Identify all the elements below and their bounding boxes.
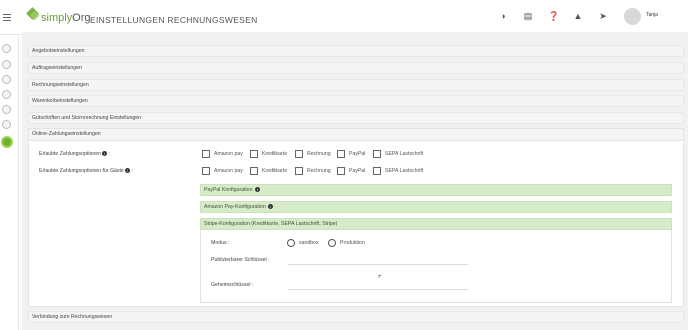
checkbox-guest-rechnung[interactable] [295, 167, 303, 175]
checkbox-label: Amazon pay [214, 151, 243, 157]
rocket-icon[interactable]: ➤ [598, 11, 608, 22]
radio-sandbox[interactable] [287, 239, 295, 247]
radio-label-sandbox: sandbox [299, 240, 319, 246]
stripe-config-bar[interactable]: Stripe-Konfiguration (Kreditkarte, SEPA … [200, 218, 672, 230]
modus-label: Modus : [211, 240, 230, 246]
username[interactable]: Tanja [646, 12, 658, 18]
public-key-label: Publizierbarer Schlüssel : [211, 257, 270, 263]
logo-text: simplyOrg [41, 12, 91, 24]
logo-icon [26, 7, 40, 21]
section-angebot[interactable]: Angebotseinstellungen [28, 45, 684, 57]
checkbox-amazon-pay[interactable] [202, 150, 210, 158]
radio-label-produktion: Produktion [340, 240, 365, 246]
sidebar-icon-active[interactable] [1, 136, 13, 148]
amazon-config-bar[interactable]: Amazon Pay-Konfiguration i [200, 201, 672, 213]
checkbox-kreditkarte[interactable] [250, 150, 258, 158]
section-online[interactable]: Online-Zahlungseinstellungen [29, 129, 683, 141]
allowed-options-guests-label: Erlaubte Zahlungsoptionen für Gäste i : [39, 168, 133, 174]
checkbox-label: Amazon pay [214, 168, 243, 174]
secret-key-input[interactable] [288, 289, 468, 290]
paypal-config-bar[interactable]: PayPal Konfiguration i [200, 184, 672, 196]
checkbox-label: PayPal [349, 168, 366, 174]
text-cursor-icon: ⌜ [378, 274, 382, 283]
checkbox-label: Rechnung [307, 151, 331, 157]
sidebar-icon[interactable] [2, 44, 11, 53]
sidebar-icon[interactable] [2, 75, 11, 84]
checkbox-rechnung[interactable] [295, 150, 303, 158]
bell-icon[interactable]: ▲ [573, 11, 583, 22]
top-bar: simplyOrg EINSTELLUNGEN RECHNUNGSWESEN ◑… [0, 0, 688, 35]
checkbox-label: PayPal [349, 151, 366, 157]
checkbox-paypal[interactable] [337, 150, 345, 158]
sidebar-icon[interactable] [2, 105, 11, 114]
checkbox-guest-sepa[interactable] [373, 167, 381, 175]
checkbox-label: SEPA Lastschrift [385, 151, 424, 157]
sidebar-icon[interactable] [2, 120, 11, 129]
book-icon[interactable]: ▤ [523, 11, 533, 22]
checkbox-label: Kreditkarte [262, 151, 288, 157]
allowed-options-label: Erlaubte Zahlungsoptionen i : [39, 151, 110, 157]
info-icon[interactable]: i [124, 168, 130, 174]
public-key-input[interactable] [288, 264, 468, 265]
radio-produktion[interactable] [328, 239, 336, 247]
info-icon[interactable]: i [254, 187, 260, 193]
info-icon[interactable]: i [102, 151, 108, 157]
sidebar-icon[interactable] [2, 90, 11, 99]
section-auftrag[interactable]: Auftragseinstellungen [28, 62, 684, 74]
checkbox-guest-paypal[interactable] [337, 167, 345, 175]
section-gutschriften[interactable]: Gutschriften und Stornorechnung Einstell… [28, 112, 684, 124]
checkbox-guest-kreditkarte[interactable] [250, 167, 258, 175]
checkbox-sepa[interactable] [373, 150, 381, 158]
menu-icon[interactable] [3, 14, 11, 21]
sidebar-icon[interactable] [2, 60, 11, 69]
checkbox-label: Rechnung [307, 168, 331, 174]
stripe-config-panel [200, 230, 672, 303]
checkbox-guest-amazon-pay[interactable] [202, 167, 210, 175]
section-warenkorb[interactable]: Warenkorbeinstellungen [28, 95, 684, 107]
avatar[interactable] [624, 8, 641, 25]
section-rechnung[interactable]: Rechnungseinstellungen [28, 79, 684, 91]
help-icon[interactable]: ❓ [548, 11, 559, 22]
section-verbindung[interactable]: Verbindung zum Rechnungswesen [28, 311, 684, 323]
lightbulb-icon[interactable]: ◑ [498, 11, 508, 22]
info-icon[interactable]: i [268, 204, 274, 210]
page-title: EINSTELLUNGEN RECHNUNGSWESEN [90, 15, 258, 25]
secret-key-label: Geheimschlüssel : [211, 282, 254, 288]
left-sidebar [0, 36, 19, 330]
checkbox-label: SEPA Lastschrift [385, 168, 424, 174]
checkbox-label: Kreditkarte [262, 168, 288, 174]
